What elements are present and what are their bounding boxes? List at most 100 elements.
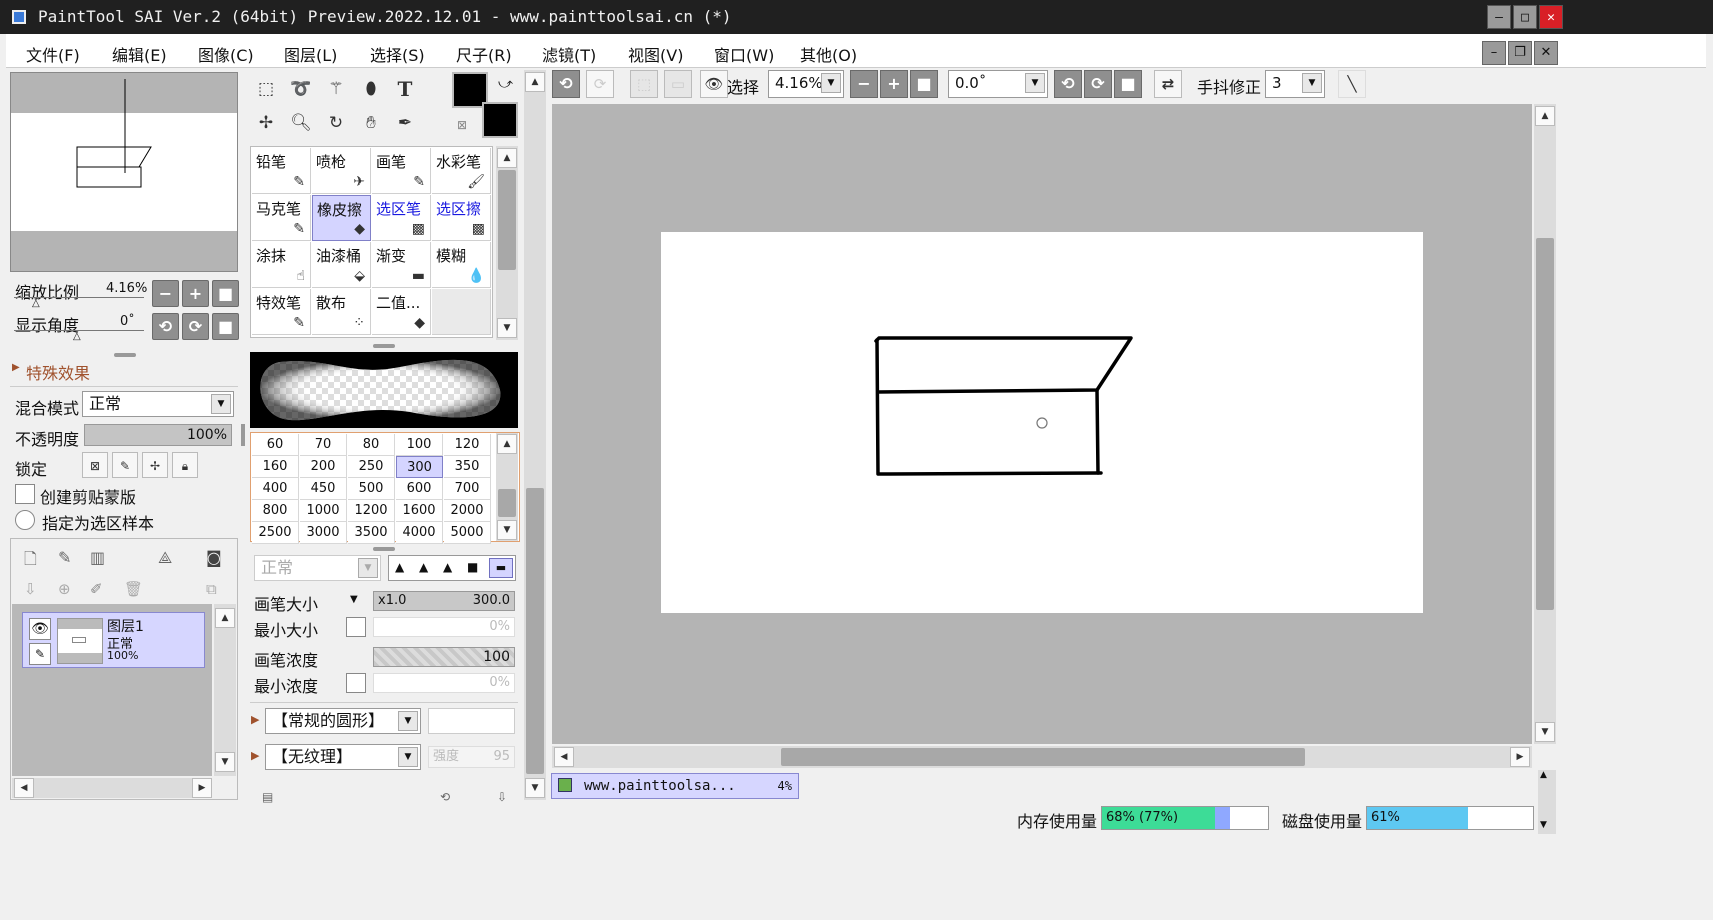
magic-wand-tool[interactable]: ⚚: [318, 71, 354, 107]
navigator-preview[interactable]: [10, 72, 238, 272]
size-dropdown-icon[interactable]: ▼: [350, 594, 358, 605]
lock-all-icon[interactable]: 🔒︎: [172, 452, 198, 478]
eyedropper-tool[interactable]: ✒: [387, 105, 423, 141]
edge-medium-icon[interactable]: ▲: [419, 560, 428, 574]
brush-size-preset[interactable]: 160: [252, 456, 299, 478]
canvas-viewport[interactable]: [552, 104, 1532, 744]
minimize-button[interactable]: –: [1487, 5, 1511, 29]
panel-splitter[interactable]: [373, 547, 395, 551]
texture-select[interactable]: 【无纹理】 ▼: [265, 744, 421, 770]
brush-slot[interactable]: 橡皮擦 ◆: [312, 195, 371, 241]
toolbar-zoom-select[interactable]: 4.16% ▼: [768, 70, 844, 98]
brush-slot[interactable]: 模糊 💧: [432, 242, 491, 288]
brush-slot[interactable]: 散布 ⁘: [312, 289, 371, 335]
rotate-left-button[interactable]: ⟲: [152, 313, 179, 340]
menu-view[interactable]: 视图(V): [628, 42, 683, 66]
brush-size-preset[interactable]: 450: [300, 478, 347, 500]
lock-transparency-icon[interactable]: ⊠: [82, 452, 108, 478]
scroll-up-icon[interactable]: ▲: [497, 434, 517, 454]
toolbar-zoom-reset-button[interactable]: ■: [910, 70, 938, 98]
min-density-checkbox[interactable]: [346, 673, 366, 693]
scroll-down-icon[interactable]: ▼: [525, 778, 545, 798]
scroll-right-icon[interactable]: ▶: [192, 778, 212, 798]
min-size-slider[interactable]: 0%: [373, 617, 515, 637]
brush-slot[interactable]: 选区擦 ▩: [432, 195, 491, 241]
brush-slot[interactable]: 铅笔 ✎: [252, 148, 311, 194]
brush-size-preset[interactable]: 300: [396, 456, 443, 478]
brush-slot[interactable]: 马克笔 ✎: [252, 195, 311, 241]
menu-window[interactable]: 窗口(W): [714, 42, 774, 66]
zoom-tool[interactable]: 🔍︎: [283, 105, 319, 141]
doc-close-button[interactable]: ✕: [1534, 41, 1558, 65]
canvas-document[interactable]: [661, 232, 1423, 613]
reset-brush-icon[interactable]: ⟲: [440, 790, 450, 804]
scroll-thumb[interactable]: [781, 748, 1305, 766]
brush-size-preset[interactable]: 250: [348, 456, 395, 478]
shape-strength-field[interactable]: [428, 708, 515, 734]
brush-size-preset[interactable]: 120: [444, 434, 491, 456]
selection-visibility-eye-icon[interactable]: 👁︎: [700, 70, 728, 98]
brush-slot[interactable]: 渐变 ▬: [372, 242, 431, 288]
panel-splitter[interactable]: [373, 344, 395, 348]
scroll-left-icon[interactable]: ◀: [554, 747, 574, 767]
menu-ruler[interactable]: 尺子(R): [456, 42, 512, 66]
brush-size-preset[interactable]: 400: [252, 478, 299, 500]
menu-image[interactable]: 图像(C): [198, 42, 254, 66]
transparent-color-icon[interactable]: ⊠: [457, 118, 467, 132]
zoom-out-button[interactable]: −: [152, 280, 179, 307]
scroll-up-icon[interactable]: ▲: [1540, 770, 1547, 780]
stabilizer-select[interactable]: 3 ▼: [1265, 70, 1325, 98]
tool-panel-scrollbar[interactable]: ▲ ▼: [524, 70, 546, 800]
brush-size-preset[interactable]: 1200: [348, 500, 395, 522]
brush-slot[interactable]: 油漆桶 ⬙: [312, 242, 371, 288]
scroll-left-icon[interactable]: ◀: [14, 778, 34, 798]
menu-other[interactable]: 其他(O): [800, 42, 857, 66]
flip-horizontal-icon[interactable]: ⇄: [1154, 70, 1182, 98]
panel-splitter[interactable]: [114, 353, 136, 357]
toolbar-angle-select[interactable]: 0.0˚ ▼: [948, 70, 1048, 98]
zoom-reset-button[interactable]: ■: [212, 280, 239, 307]
brush-size-preset[interactable]: 70: [300, 434, 347, 456]
brush-slot[interactable]: 涂抹 ☝: [252, 242, 311, 288]
min-size-checkbox[interactable]: [346, 617, 366, 637]
zoom-in-button[interactable]: +: [182, 280, 209, 307]
doc-restore-button[interactable]: ❐: [1508, 41, 1532, 65]
brush-slot[interactable]: [432, 289, 491, 335]
redo-button[interactable]: ⟳: [586, 70, 614, 98]
brush-size-preset[interactable]: 600: [396, 478, 443, 500]
brush-size-preset[interactable]: 700: [444, 478, 491, 500]
lock-paint-icon[interactable]: ✎: [112, 452, 138, 478]
edge-hardest-icon[interactable]: ▬: [489, 558, 513, 578]
edge-soft-icon[interactable]: ▲: [395, 560, 404, 574]
doc-minimize-button[interactable]: –: [1482, 41, 1506, 65]
toolbar-zoom-in-button[interactable]: +: [880, 70, 908, 98]
min-density-slider[interactable]: 0%: [373, 673, 515, 693]
canvas-vscrollbar[interactable]: ▲ ▼: [1534, 104, 1556, 744]
selection-sample-radio[interactable]: [15, 510, 35, 530]
transfer-down-icon[interactable]: ⇩: [24, 580, 37, 598]
brush-size-preset[interactable]: 4000: [396, 522, 443, 544]
canvas-hscrollbar[interactable]: ◀ ▶: [552, 746, 1532, 768]
brush-size-preset[interactable]: 2000: [444, 500, 491, 522]
brush-size-preset[interactable]: 1000: [300, 500, 347, 522]
brush-shape-select[interactable]: 【常规的圆形】 ▼: [265, 708, 421, 734]
straight-line-icon[interactable]: ╲: [1338, 70, 1366, 98]
lasso-tool[interactable]: ➰: [283, 71, 319, 107]
rect-select-tool[interactable]: ⬚: [248, 71, 284, 107]
expand-arrow-icon[interactable]: ▶: [251, 713, 259, 726]
new-folder-icon[interactable]: ▥: [90, 548, 105, 567]
rotate-right-button[interactable]: ⟳: [182, 313, 209, 340]
toolbar-zoom-out-button[interactable]: −: [850, 70, 878, 98]
document-tab[interactable]: www.painttoolsa... 4%: [551, 773, 799, 799]
scroll-thumb[interactable]: [526, 488, 544, 774]
menu-file[interactable]: 文件(F): [26, 42, 80, 66]
scroll-down-icon[interactable]: ▼: [497, 520, 517, 540]
hand-tool[interactable]: ✋︎: [353, 105, 389, 141]
brush-settings-icon[interactable]: ▤: [262, 790, 273, 804]
delete-layer-icon[interactable]: 🗑︎: [124, 580, 143, 598]
maximize-button[interactable]: □: [1513, 5, 1537, 29]
brush-slot[interactable]: 二值... ◆: [372, 289, 431, 335]
brush-size-preset[interactable]: 1600: [396, 500, 443, 522]
zoom-slider-handle[interactable]: △: [32, 298, 40, 309]
layer-list-hscrollbar[interactable]: ◀ ▶: [12, 778, 212, 798]
